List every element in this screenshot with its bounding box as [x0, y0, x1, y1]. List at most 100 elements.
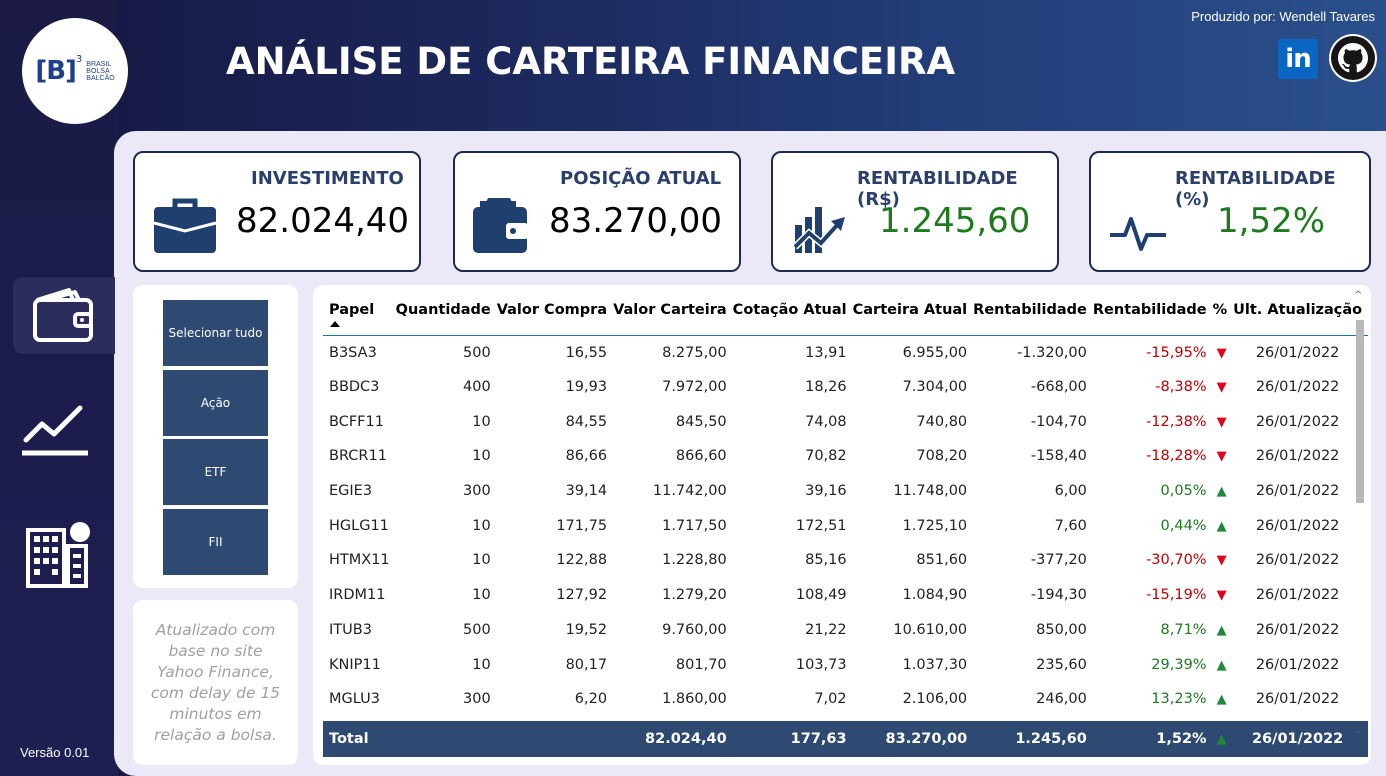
cell-carteira-atual: 708,20	[916, 448, 968, 465]
cell-rentabilidade: 7,60	[1054, 517, 1087, 534]
col-header-quantidade[interactable]: Quantidade	[395, 285, 497, 336]
table-row[interactable]: ITUB3 500 19,52 9.760,00 21,22 10.610,00 850,0…	[323, 613, 1368, 648]
filter-etf-button[interactable]: ETF	[163, 439, 268, 505]
col-header-papel[interactable]: Papel	[323, 285, 396, 336]
scroll-down-icon[interactable]: ⌄	[1354, 725, 1362, 736]
cell-valor-compra: 127,92	[556, 587, 608, 604]
cell-valor-compra: 39,14	[565, 483, 608, 500]
cell-carteira-atual: 7.304,00	[902, 379, 968, 396]
cell-cotacao-atual: 39,16	[805, 483, 847, 500]
cell-ult-atualizacao: 26/01/2022	[1255, 483, 1340, 500]
cell-carteira-atual: 6.955,00	[902, 344, 968, 361]
kpi-rentabilidade-rs: RENTABILIDADE (R$) 1.245,60	[771, 151, 1059, 272]
cell-rentabilidade-pct: 29,39%	[1151, 656, 1207, 673]
col-header-valor-carteira[interactable]: Valor Carteira	[613, 285, 733, 336]
cell-rentabilidade-pct: -15,95%	[1146, 344, 1207, 361]
sort-ascending-icon[interactable]	[330, 321, 340, 327]
kpi-posicao-atual: POSIÇÃO ATUAL 83.270,00	[453, 151, 741, 272]
cell-cotacao-atual: 18,26	[805, 379, 847, 396]
growth-chart-icon	[793, 207, 845, 253]
total-valor-carteira: 82.024,40	[613, 720, 733, 757]
cell-rentabilidade: -1.320,00	[1017, 344, 1087, 361]
total-trend: ▲	[1212, 720, 1234, 757]
col-header-valor-compra[interactable]: Valor Compra	[496, 285, 614, 336]
cell-carteira-atual: 11.748,00	[893, 483, 968, 500]
nav-chart-button[interactable]	[20, 400, 90, 464]
cell-carteira-atual: 1.084,90	[902, 587, 968, 604]
table-row[interactable]: KNIP11 10 80,17 801,70 103,73 1.037,30 235,60 2…	[323, 647, 1368, 682]
col-header-ult-atualizacao[interactable]: Ult. Atualização	[1233, 285, 1369, 336]
cell-papel: MGLU3	[329, 691, 380, 708]
total-rentabilidade-pct: 1,52%	[1092, 720, 1213, 757]
cell-trend: ▲	[1213, 647, 1234, 682]
table-row[interactable]: BRCR11 10 86,66 866,60 70,82 708,20 -158,40 -18…	[323, 439, 1368, 474]
linkedin-icon[interactable]: in	[1278, 39, 1318, 79]
arrow-up-icon: ▲	[1216, 731, 1227, 747]
kpi-value: 83.270,00	[549, 201, 723, 241]
table-row[interactable]: BCFF11 10 84,55 845,50 74,08 740,80 -104,70 -12…	[323, 404, 1368, 439]
arrow-up-icon: ▲	[1216, 657, 1227, 673]
col-header-rentabilidade-pct[interactable]: Rentabilidade	[1092, 285, 1213, 336]
scrollbar-thumb[interactable]	[1356, 320, 1364, 503]
cell-carteira-atual: 2.106,00	[902, 691, 968, 708]
kpi-investimento: INVESTIMENTO 82.024,40	[133, 151, 421, 272]
filter-acao-button[interactable]: Ação	[163, 370, 268, 436]
table-row[interactable]: B3SA3 500 16,55 8.275,00 13,91 6.955,00 -1.320…	[323, 335, 1368, 370]
cell-valor-carteira: 8.275,00	[662, 344, 727, 361]
cell-papel: KNIP11	[329, 656, 381, 673]
cell-quantidade: 300	[463, 483, 491, 500]
table-total-row: Total 82.024,40 177,63 83.270,00 1.245,60 1,5…	[323, 720, 1369, 757]
col-header-percent[interactable]: %	[1212, 285, 1234, 336]
arrow-up-icon: ▲	[1216, 518, 1227, 534]
filter-panel: Selecionar tudo Ação ETF FII	[133, 285, 298, 588]
table-row[interactable]: BBDC3 400 19,93 7.972,00 18,26 7.304,00 -668,0…	[323, 370, 1368, 405]
table-row[interactable]: MGLU3 300 6,20 1.860,00 7,02 2.106,00 246,00 13…	[323, 682, 1368, 717]
arrow-down-icon: ▼	[1216, 345, 1227, 361]
cell-trend: ▼	[1213, 543, 1234, 578]
nav-building-button[interactable]	[24, 520, 94, 594]
filter-fii-button[interactable]: FII	[163, 509, 268, 575]
producer-credit: Produzido por: Wendell Tavares	[1191, 9, 1375, 24]
cell-ult-atualizacao: 26/01/2022	[1255, 344, 1340, 361]
cell-cotacao-atual: 13,91	[805, 344, 847, 361]
cell-papel: B3SA3	[329, 344, 377, 361]
cell-quantidade: 10	[472, 656, 491, 673]
col-header-cotacao-atual[interactable]: Cotação Atual	[732, 285, 853, 336]
table-row[interactable]: HTMX11 10 122,88 1.228,80 85,16 851,60 -377,20…	[323, 543, 1368, 578]
cell-quantidade: 10	[472, 517, 491, 534]
cell-ult-atualizacao: 26/01/2022	[1255, 517, 1340, 534]
cell-papel: HTMX11	[329, 552, 390, 569]
table-row[interactable]: HGLG11 10 171,75 1.717,50 172,51 1.725,10 7,60…	[323, 508, 1368, 543]
scroll-up-icon[interactable]: ^	[1354, 290, 1362, 301]
table-header-row: Papel Quantidade Valor Compra Valor Cart…	[323, 285, 1369, 336]
cell-rentabilidade: 235,60	[1036, 656, 1087, 673]
cell-valor-compra: 19,52	[565, 621, 608, 638]
col-header-rentabilidade[interactable]: Rentabilidade	[973, 285, 1093, 336]
cell-trend: ▲	[1213, 682, 1234, 717]
cell-rentabilidade-pct: -12,38%	[1146, 413, 1207, 430]
cell-rentabilidade-pct: -15,19%	[1146, 587, 1207, 604]
total-cotacao-atual: 177,63	[732, 720, 853, 757]
table-row[interactable]: EGIE3 300 39,14 11.742,00 39,16 11.748,00 6,00…	[323, 474, 1368, 509]
cell-papel: BBDC3	[329, 379, 380, 396]
cell-trend: ▲	[1213, 474, 1234, 509]
cell-ult-atualizacao: 26/01/2022	[1255, 552, 1340, 569]
cell-ult-atualizacao: 26/01/2022	[1255, 587, 1340, 604]
filter-select-all-button[interactable]: Selecionar tudo	[163, 300, 268, 366]
table-row[interactable]: IRDM11 10 127,92 1.279,20 108,49 1.084,90 -194…	[323, 578, 1368, 613]
cell-valor-carteira: 866,60	[675, 448, 727, 465]
cell-papel: BCFF11	[329, 413, 384, 430]
logo-mark: [B]	[35, 56, 77, 86]
cell-rentabilidade-pct: 8,71%	[1160, 621, 1207, 638]
cell-rentabilidade: -104,70	[1030, 413, 1087, 430]
total-quantidade	[395, 720, 497, 757]
cell-cotacao-atual: 172,51	[795, 517, 847, 534]
cell-rentabilidade-pct: 0,05%	[1160, 483, 1207, 500]
cell-trend: ▼	[1213, 439, 1234, 474]
cell-rentabilidade-pct: 13,23%	[1151, 691, 1207, 708]
nav-wallet-button[interactable]	[13, 277, 115, 354]
cell-trend: ▼	[1213, 578, 1234, 613]
col-header-carteira-atual[interactable]: Carteira Atual	[852, 285, 974, 336]
github-icon[interactable]	[1329, 34, 1377, 82]
cell-cotacao-atual: 70,82	[805, 448, 847, 465]
